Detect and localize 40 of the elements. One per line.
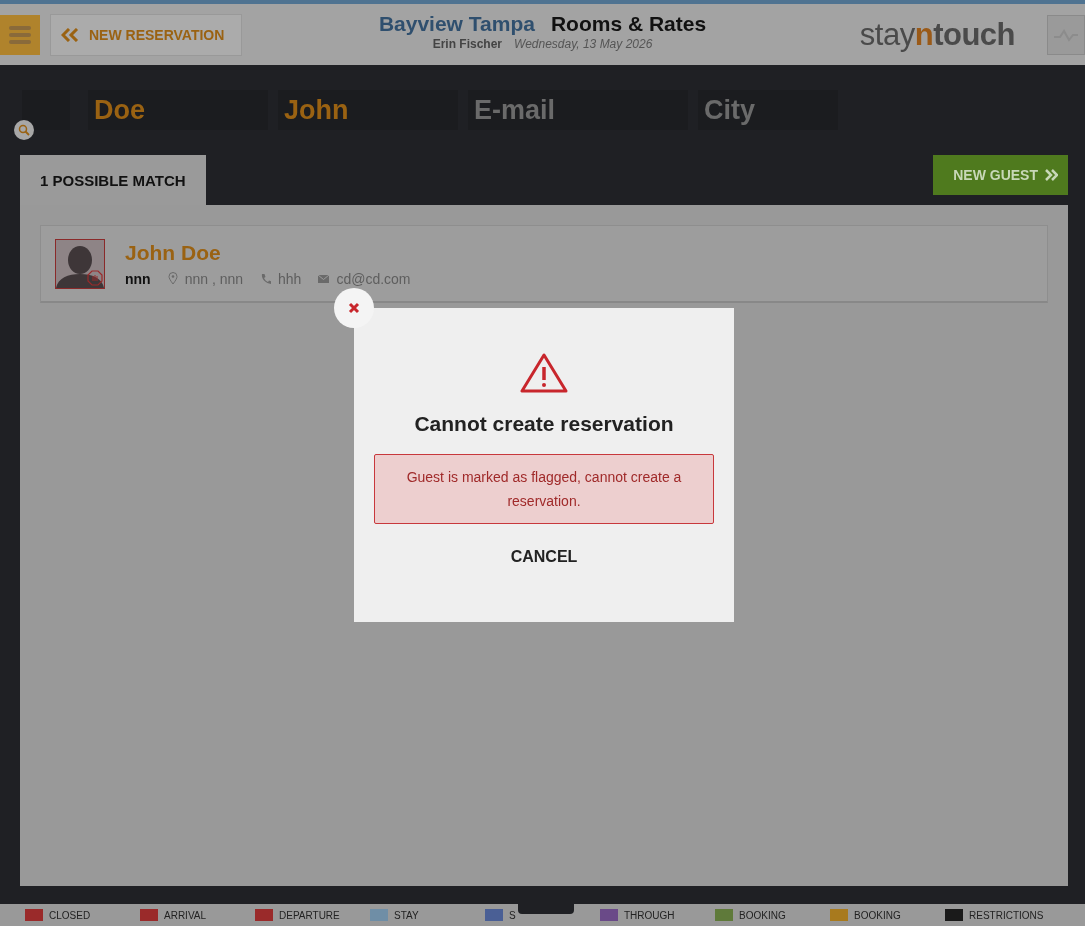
guest-location: nnn , nnn [184,270,244,287]
business-date: Wednesday, 13 May 2026 [514,37,653,51]
cancel-button[interactable]: CANCEL [498,542,590,572]
dialog-title: Cannot create reservation [414,412,674,436]
legend-label: ARRIVAL [164,909,207,921]
guest-name[interactable]: John Doe [125,240,421,265]
close-icon [348,302,360,314]
legend-label: S [509,909,516,921]
search-box[interactable] [22,90,70,130]
legend-label: BOOKING [854,909,901,921]
legend-label: THROUGH [624,909,675,921]
new-guest-button[interactable]: NEW GUEST [933,155,1068,195]
error-message: Guest is marked as flagged, cannot create a reservation. [374,454,714,524]
guest-email: cd@cd.com [336,270,411,287]
double-chevron-left-icon [61,27,79,42]
legend-label: BOOKING [739,909,786,921]
legend-label: CLOSED [49,909,91,921]
guest-card[interactable]: John Doe nnn nnn , nnn hhh cd@cd.com [40,225,1048,303]
hotel-name: Bayview Tampa [378,12,535,36]
legend-label: RESTRICTIONS [969,909,1044,921]
legend-label: DEPARTURE [279,909,340,921]
user-name: Erin Fischer [432,37,502,51]
location-pin-icon [167,272,178,285]
legend-label: STAY [394,909,419,921]
phone-icon [260,273,272,284]
logo: stayntouch [859,16,1015,53]
guest-company: nnn [125,270,151,287]
new-reservation-button[interactable]: NEW RESERVATION [50,13,242,56]
search-icon[interactable] [14,120,34,140]
menu-icon [9,24,31,45]
search-field[interactable]: Doe [88,90,268,130]
page-title: Rooms & Rates [550,12,707,36]
search-field[interactable]: John [278,90,458,130]
search-field[interactable]: City [698,90,838,130]
envelope-icon [318,274,330,283]
double-chevron-right-icon [1044,169,1058,181]
guest-phone: hhh [278,270,302,287]
results-tab[interactable]: 1 POSSIBLE MATCH [20,155,206,205]
search-field[interactable]: E-mail [468,90,688,130]
warning-icon [520,352,568,394]
